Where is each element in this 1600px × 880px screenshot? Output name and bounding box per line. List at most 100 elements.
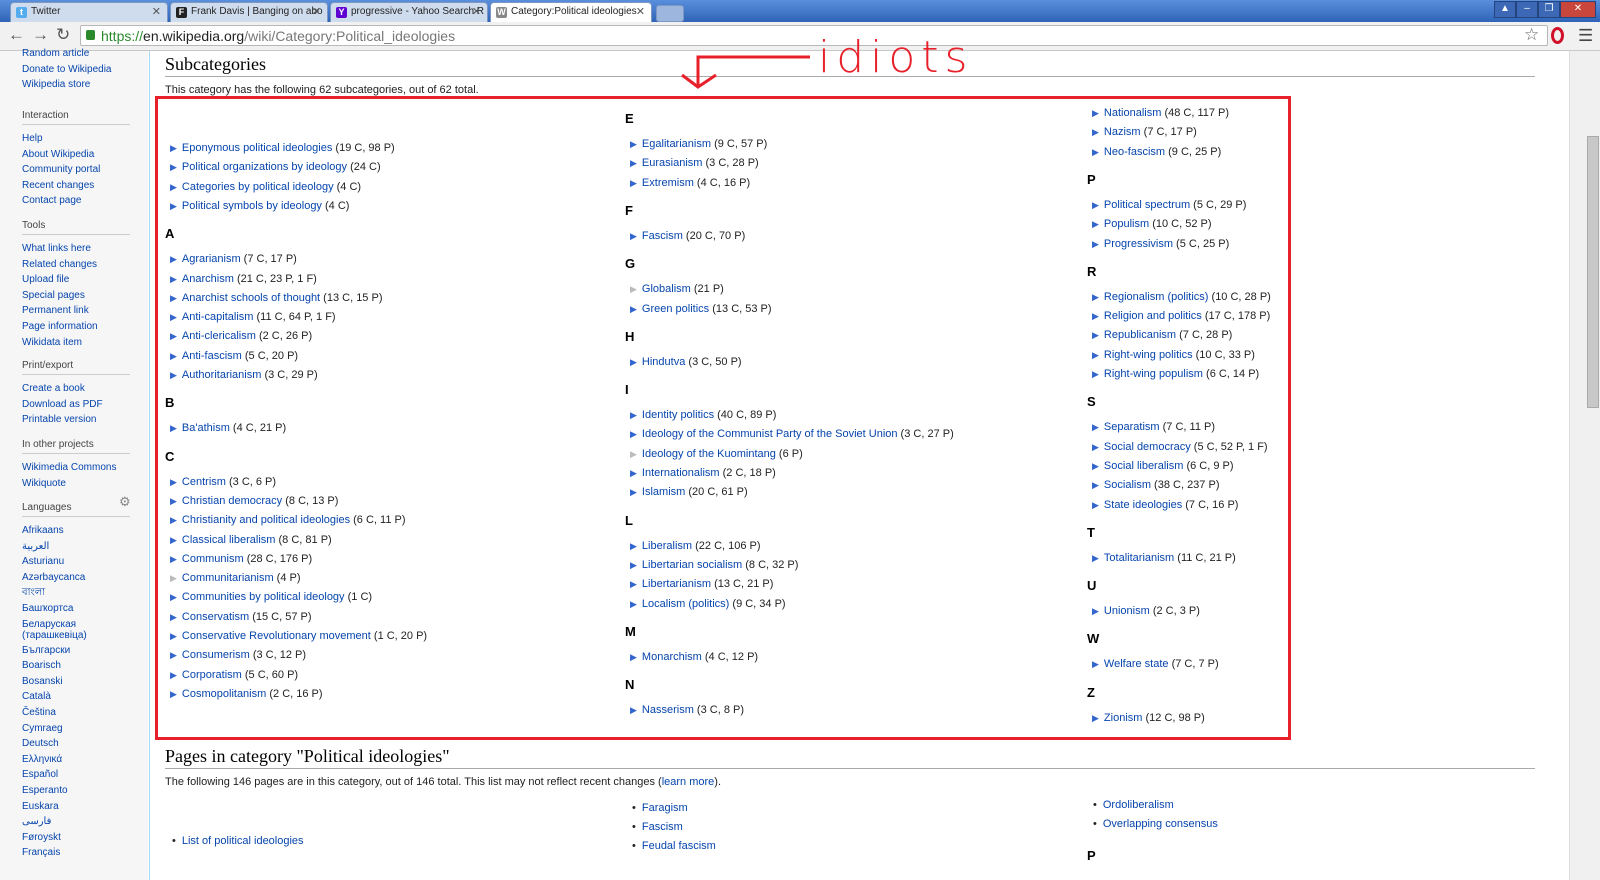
sidebar-link[interactable]: فارسی <box>22 816 122 827</box>
sidebar-link[interactable]: Català <box>22 691 122 702</box>
sidebar-link[interactable]: Random article <box>22 48 89 59</box>
sidebar-heading-projects: In other projects <box>22 439 94 450</box>
sidebar-link[interactable]: Cymraeg <box>22 723 122 734</box>
tab-close-icon[interactable]: ✕ <box>636 5 645 18</box>
sidebar-link[interactable]: Башҡортса <box>22 603 122 614</box>
tab-close-icon[interactable]: ✕ <box>472 5 481 18</box>
sidebar-link[interactable]: Asturianu <box>22 556 122 567</box>
sidebar-link[interactable]: Afrikaans <box>22 525 122 536</box>
tab-label: Frank Davis | Banging on abo <box>191 6 323 17</box>
section-letter-p: P <box>1087 848 1096 863</box>
address-bar[interactable]: https://en.wikipedia.org/wiki/Category:P… <box>80 25 1548 46</box>
sidebar-link[interactable]: Ελληνικά <box>22 754 122 765</box>
sidebar-heading-interaction: Interaction <box>22 110 69 121</box>
url-host: en.wikipedia.org <box>143 28 245 44</box>
sidebar-link[interactable]: Download as PDF <box>22 399 122 410</box>
tab-strip: t Twitter ✕ F Frank Davis | Banging on abo ✕… <box>0 0 1600 22</box>
sidebar-link[interactable]: Azərbaycanca <box>22 572 122 583</box>
sidebar-link[interactable]: Upload file <box>22 274 122 285</box>
bookmark-star-icon[interactable]: ☆ <box>1524 25 1539 45</box>
pages-divider <box>165 768 1535 769</box>
sidebar-link[interactable]: Page information <box>22 321 122 332</box>
tab-favicon: F <box>176 7 187 18</box>
gear-icon[interactable]: ⚙ <box>119 494 131 510</box>
tab-label: Category:Political ideologies <box>511 6 637 17</box>
sidebar-divider <box>22 124 130 125</box>
page-link[interactable]: Ordoliberalism <box>1093 799 1174 811</box>
sidebar-link[interactable]: Беларуская (тарашкевіца) <box>22 619 122 641</box>
tab-category-political-ideologies[interactable]: W Category:Political ideologies ✕ <box>490 2 652 22</box>
annotation-arrow <box>681 55 810 89</box>
restore-icon[interactable]: ❐ <box>1538 1 1560 18</box>
sidebar-divider <box>22 374 130 375</box>
sidebar-link[interactable]: Español <box>22 769 122 780</box>
new-tab-button[interactable] <box>656 5 684 22</box>
sidebar-link[interactable]: Recent changes <box>22 180 122 191</box>
sidebar-link[interactable]: বাংলা <box>22 587 122 598</box>
pages-heading: Pages in category "Political ideologies" <box>165 746 450 766</box>
sidebar-link[interactable]: Deutsch <box>22 738 122 749</box>
sidebar-link[interactable]: Create a book <box>22 383 122 394</box>
sidebar-link[interactable]: About Wikipedia <box>22 149 122 160</box>
tab-label: Twitter <box>31 6 61 17</box>
opera-icon[interactable] <box>1551 27 1564 44</box>
menu-icon[interactable]: ☰ <box>1578 26 1593 46</box>
url-scheme: https:// <box>101 28 144 44</box>
tab-close-icon[interactable]: ✕ <box>152 5 161 18</box>
sidebar-link[interactable]: Donate to Wikipedia <box>22 64 112 75</box>
sidebar-link[interactable]: Čeština <box>22 707 122 718</box>
user-icon[interactable]: ▲ <box>1494 1 1516 18</box>
page-link[interactable]: Faragism <box>632 802 688 814</box>
sidebar-divider <box>22 453 130 454</box>
sidebar-link[interactable]: Community portal <box>22 164 122 175</box>
page-link[interactable]: Fascism <box>632 821 683 833</box>
sidebar-link[interactable]: Wikiquote <box>22 478 122 489</box>
close-window-icon[interactable]: ✕ <box>1560 1 1596 18</box>
sidebar-link[interactable]: Français <box>22 847 122 858</box>
tab-favicon: Y <box>336 7 347 18</box>
sidebar-link[interactable]: Български <box>22 645 122 656</box>
sidebar-heading-languages: Languages <box>22 502 72 513</box>
sidebar-link[interactable]: Wikipedia store <box>22 79 90 90</box>
sidebar-link[interactable]: Related changes <box>22 259 122 270</box>
sidebar-heading-tools: Tools <box>22 220 46 231</box>
lock-icon <box>86 30 95 40</box>
page-link[interactable]: List of political ideologies <box>172 835 304 847</box>
page-link[interactable]: Feudal fascism <box>632 840 716 852</box>
sidebar: Random article Donate to Wikipedia Wikiped… <box>0 48 148 880</box>
annotation-text: idiots <box>818 32 974 83</box>
sidebar-link[interactable]: Wikimedia Commons <box>22 462 122 473</box>
sidebar-link[interactable]: Boarisch <box>22 660 122 671</box>
sidebar-link[interactable]: العربية <box>22 541 122 552</box>
sidebar-link[interactable]: Bosanski <box>22 676 122 687</box>
sidebar-link[interactable]: What links here <box>22 243 122 254</box>
subcategories-heading: Subcategories <box>165 54 266 74</box>
tab-favicon: W <box>496 7 507 18</box>
sidebar-link[interactable]: Printable version <box>22 414 122 425</box>
subcategories-intro: This category has the following 62 subca… <box>165 84 479 96</box>
tab-yahoo-search[interactable]: Yprogressive - Yahoo Search R ✕ <box>330 2 488 22</box>
tab-frank-davis[interactable]: F Frank Davis | Banging on abo ✕ <box>170 2 328 22</box>
reload-icon[interactable]: ↻ <box>56 25 70 45</box>
page-link[interactable]: Overlapping consensus <box>1093 818 1218 830</box>
back-icon[interactable]: ← <box>8 25 25 45</box>
sidebar-link[interactable]: Føroyskt <box>22 832 122 843</box>
sidebar-heading-print: Print/export <box>22 360 74 371</box>
sidebar-divider <box>22 516 130 517</box>
tab-favicon: t <box>16 7 27 18</box>
sidebar-link[interactable]: Euskara <box>22 801 122 812</box>
sidebar-link[interactable]: Wikidata item <box>22 337 122 348</box>
sidebar-link[interactable]: Permanent link <box>22 305 122 316</box>
forward-icon[interactable]: → <box>32 25 49 45</box>
sidebar-link[interactable]: Help <box>22 133 122 144</box>
sidebar-link[interactable]: Esperanto <box>22 785 122 796</box>
tab-close-icon[interactable]: ✕ <box>312 5 321 18</box>
annotation-red-box <box>155 96 1291 740</box>
minimize-icon[interactable]: – <box>1516 1 1538 18</box>
sidebar-link[interactable]: Special pages <box>22 290 122 301</box>
tab-twitter[interactable]: t Twitter ✕ <box>10 2 168 22</box>
sidebar-link[interactable]: Contact page <box>22 195 122 206</box>
url-path: /wiki/Category:Political_ideologies <box>244 28 456 44</box>
learn-more-link[interactable]: learn more <box>662 776 715 788</box>
scrollbar-thumb[interactable] <box>1587 136 1599 408</box>
